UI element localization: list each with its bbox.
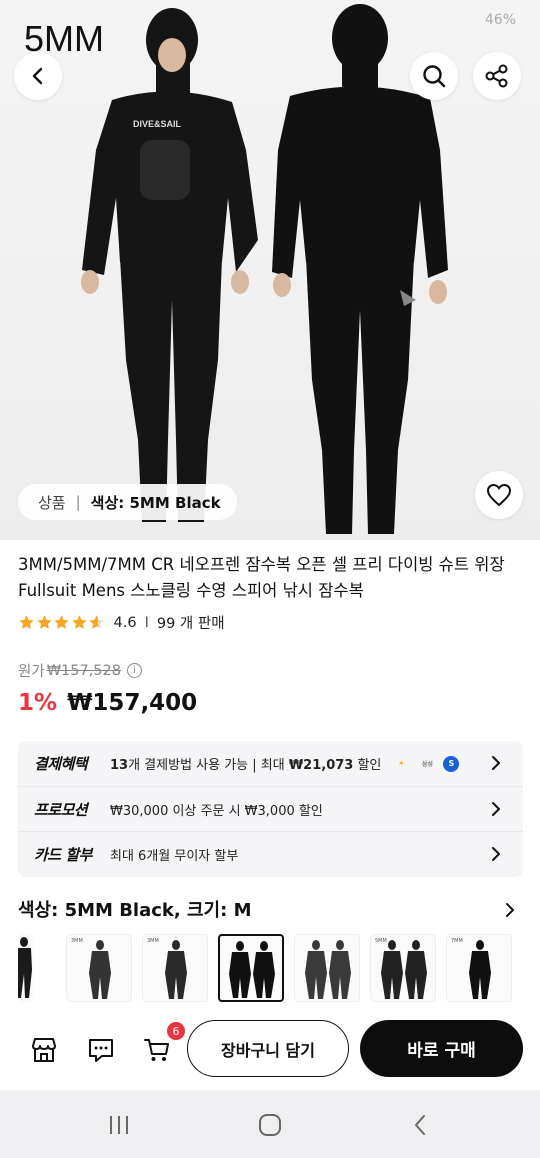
home-icon	[259, 1114, 281, 1136]
wetsuit-thumb-image	[18, 937, 32, 998]
option-thumbnails: 3MM 3MM 5MM 7MM	[18, 934, 540, 1002]
system-navigation-bar	[0, 1090, 540, 1158]
search-icon	[423, 65, 446, 88]
sold-count: 99 개 판매	[156, 616, 225, 632]
star-half-icon	[89, 615, 104, 629]
breadcrumb-separator: |	[75, 493, 81, 511]
chevron-right-icon[interactable]	[503, 902, 517, 918]
chat-button[interactable]	[81, 1030, 121, 1070]
kb-card-logo-icon: ✶	[398, 759, 405, 768]
rating-value: 4.6	[113, 614, 137, 631]
share-icon	[485, 64, 508, 88]
cart-icon	[144, 1039, 169, 1061]
payment-benefit-suffix: 할인	[353, 758, 382, 773]
samsung-card-logo-icon: 삼성	[421, 761, 433, 768]
store-icon	[32, 1038, 56, 1062]
payment-logos: ✶ 삼성 S	[391, 755, 465, 772]
wetsuit-thumb-image	[89, 940, 111, 999]
card-installment-row[interactable]: 카드 할부 최대 6개월 무이자 할부	[18, 831, 523, 876]
card-installment-title: 카드 할부	[34, 845, 92, 864]
star-icon	[71, 615, 87, 629]
chevron-right-icon	[492, 802, 500, 816]
product-image[interactable]: DIVE&SAIL 5MM 46% 상품 | 색상: 5MM Black	[0, 0, 540, 540]
payment-method-count: 13	[110, 758, 129, 773]
search-button[interactable]	[410, 52, 458, 100]
promotion-text: ₩30,000 이상 주문 시 ₩3,000 할인	[110, 803, 323, 819]
product-title: 3MM/5MM/7MM CR 네오프렌 잠수복 오픈 셀 프리 다이빙 슈트 위…	[18, 555, 505, 600]
chat-icon	[89, 1039, 113, 1062]
brand-print: DIVE&SAIL	[133, 119, 182, 129]
star-icon	[36, 615, 52, 629]
product-detail-page: DIVE&SAIL 5MM 46% 상품 | 색상: 5MM Black 3MM…	[0, 0, 540, 1158]
status-bar-text: 46%	[484, 12, 516, 28]
option-thumbnail[interactable]	[18, 934, 34, 1002]
wetsuit-photo: DIVE&SAIL	[81, 4, 448, 534]
option-selection-title[interactable]: 색상: 5MM Black, 크기: M	[18, 896, 251, 922]
benefits-box: 결제혜택 13개 결제방법 사용 가능 | 최대 ₩21,073 할인 ✶ 삼성…	[18, 741, 523, 877]
original-price: ₩157,528	[46, 662, 121, 679]
chevron-right-icon	[492, 756, 500, 770]
card-installment-text: 최대 6개월 무이자 할부	[110, 848, 239, 864]
option-thumbnail[interactable]	[294, 934, 360, 1002]
wetsuit-thumb-image	[381, 940, 427, 999]
wishlist-button[interactable]	[475, 471, 523, 519]
heart-icon	[486, 483, 512, 507]
shinhan-card-logo-icon: S	[443, 755, 460, 772]
option-thumbnail[interactable]: 7MM	[446, 934, 512, 1002]
payment-benefit-title: 결제혜택	[34, 755, 88, 773]
system-back-button[interactable]	[406, 1110, 436, 1140]
chevron-right-icon	[492, 847, 500, 861]
original-price-label: 원가	[18, 664, 45, 680]
store-button[interactable]	[24, 1030, 64, 1070]
rating-row[interactable]: 4.6 I 99 개 판매	[18, 612, 225, 633]
rating-separator: I	[144, 614, 149, 631]
option-thumbnail[interactable]: 5MM	[370, 934, 436, 1002]
promotion-row[interactable]: 프로모션 ₩30,000 이상 주문 시 ₩3,000 할인	[18, 786, 523, 831]
buy-now-button[interactable]: 바로 구매	[360, 1020, 523, 1077]
option-thumbnail-selected[interactable]	[218, 934, 284, 1002]
back-arrow-icon	[415, 1115, 425, 1135]
price-row: 1% ₩157,400	[18, 690, 197, 716]
cart-count-badge: 6	[167, 1022, 185, 1040]
share-button[interactable]	[473, 52, 521, 100]
rating-stars	[18, 614, 106, 631]
original-price-row: 원가 ₩157,528 i	[18, 660, 142, 681]
payment-benefit-row[interactable]: 결제혜택 13개 결제방법 사용 가능 | 최대 ₩21,073 할인 ✶ 삼성…	[18, 741, 523, 786]
wetsuit-thumb-image	[305, 940, 351, 999]
payment-benefit-amount: ₩21,073	[288, 758, 354, 773]
recent-apps-button[interactable]	[104, 1110, 134, 1140]
back-button[interactable]	[14, 52, 62, 100]
star-icon	[19, 615, 34, 629]
wetsuit-thumb-image	[229, 941, 275, 998]
wetsuit-thumb-image	[469, 940, 491, 999]
payment-benefit-text: 13개 결제방법 사용 가능 | 최대 ₩21,073 할인	[110, 754, 381, 773]
breadcrumb-selected-option: 색상: 5MM Black	[90, 493, 221, 512]
chevron-left-icon	[32, 67, 43, 85]
wetsuit-thumb-image	[165, 940, 187, 999]
payment-benefit-desc: 개 결제방법 사용 가능 | 최대	[128, 758, 289, 773]
recent-apps-icon	[110, 1116, 128, 1134]
promotion-title: 프로모션	[34, 800, 88, 819]
discount-percent: 1%	[18, 690, 58, 716]
option-thumbnail[interactable]: 3MM	[66, 934, 132, 1002]
option-thumbnail[interactable]: 3MM	[142, 934, 208, 1002]
home-button[interactable]	[255, 1110, 285, 1140]
star-icon	[54, 615, 69, 629]
sale-price: ₩157,400	[67, 690, 198, 716]
breadcrumb: 상품 | 색상: 5MM Black	[18, 484, 237, 520]
breadcrumb-category: 상품	[38, 493, 66, 512]
info-icon[interactable]: i	[127, 663, 142, 678]
add-to-cart-button[interactable]: 장바구니 담기	[187, 1020, 349, 1077]
